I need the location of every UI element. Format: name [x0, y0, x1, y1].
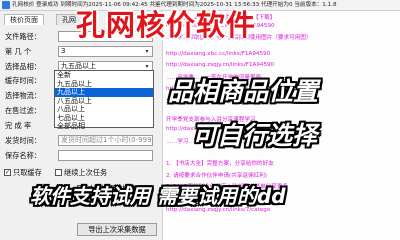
only-cache-checkbox[interactable]: ✓	[4, 169, 11, 176]
log-line: http://daxiang.xbc.cc/links/F1A94590	[166, 51, 271, 57]
complete-rate-label: 完 成 率	[5, 121, 32, 130]
dropdown-option[interactable]: 全新	[55, 71, 153, 80]
dropdown-option-selected[interactable]: 九品以上	[55, 88, 153, 97]
save-name-input[interactable]	[58, 150, 153, 161]
save-name-label: 保存名称：	[5, 151, 41, 160]
page-label: 第 几 个	[5, 47, 32, 56]
log-line: 1. 【书店大全】完整方案，分享给你的好友	[166, 161, 274, 167]
dropdown-option[interactable]: 全部品相	[55, 122, 153, 131]
dropdown-option[interactable]: 九五品以上	[55, 80, 153, 89]
only-cache-label: 只取缓存	[13, 168, 42, 177]
app-icon	[2, 1, 10, 9]
page-select[interactable]: 3 ▾	[58, 46, 153, 57]
file-path-label: 文件路径：	[5, 32, 41, 41]
ship-time-label: 发货时间：	[5, 136, 41, 145]
overlay-line2: 可自行选择	[192, 121, 318, 150]
overlay-line3: 软件支持试用 需要试用的dd	[30, 184, 286, 208]
condition-dropdown-list[interactable]: 全新 九五品以上 九品以上 八五品以上 八品以上 七品以上 全部品相	[54, 70, 154, 131]
tab-pricing[interactable]: 核价页面	[4, 14, 44, 25]
chevron-down-icon: ▾	[145, 63, 149, 70]
export-last-data-button[interactable]: 导出上次采集数据	[77, 223, 157, 236]
ship-time-input[interactable]: 发货时间超过1个小时(0-999)	[58, 135, 153, 146]
dropdown-option[interactable]: 七品以上	[55, 114, 153, 123]
condition-select-value: 九五品以上	[61, 62, 96, 70]
log-line: 2. 请按要求合作伙伴申请(共享返佣红利)	[166, 173, 267, 179]
condition-label: 选择品相：	[5, 62, 41, 71]
overlay-title: 孔网核价软件	[76, 8, 257, 42]
dropdown-option[interactable]: 八品以上	[55, 105, 153, 114]
cache-time-label: 缓存时间：	[5, 76, 41, 85]
on-sale-label: 在售过滤：	[5, 106, 41, 115]
chevron-down-icon: ▾	[145, 48, 149, 55]
page-select-value: 3	[61, 47, 66, 55]
log-line: http://daxiang.zsqjy.cn/links/F1A94590	[166, 62, 275, 68]
shipping-label: 选择物流：	[5, 91, 41, 100]
resume-task-label: 继续上次任务	[64, 168, 108, 177]
dropdown-option[interactable]: 八五品以上	[55, 97, 153, 106]
overlay-line1: 品相商品位置	[168, 77, 319, 106]
resume-task-checkbox[interactable]	[55, 169, 62, 176]
